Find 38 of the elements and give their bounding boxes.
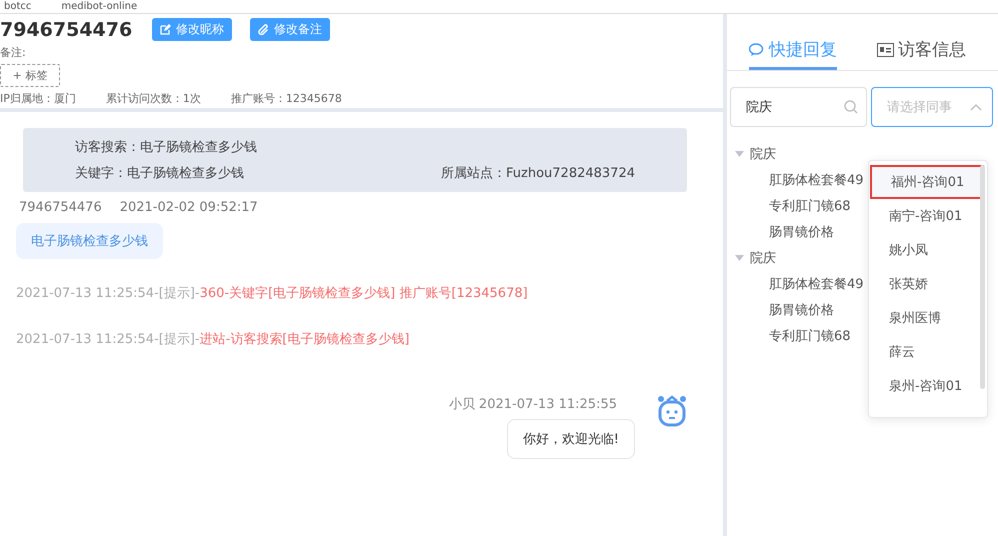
expand-triangle-icon <box>735 255 744 261</box>
search-icon <box>844 100 858 114</box>
chat-icon <box>749 42 765 56</box>
system-log: 2021-07-13 11:25:54-[提示]-进站-访客搜索[电子肠镜检查多少钱] <box>16 331 410 349</box>
colleague-option[interactable]: 泉州医博 <box>870 301 984 335</box>
robot-avatar-icon <box>657 395 687 427</box>
colleague-option[interactable]: 泉州-咨询01 <box>870 369 984 403</box>
id-card-icon <box>877 42 894 56</box>
panel-tab[interactable]: 访客信息 <box>877 38 966 70</box>
edit-icon <box>160 24 172 35</box>
colleague-option[interactable]: 姚小凤 <box>870 233 984 267</box>
browser-tab-title[interactable]: botcc <box>4 1 32 12</box>
system-log: 2021-07-13 11:25:54-[提示]-360-关键字[电子肠镜检查多少钱] 推广账号[12345678] <box>16 285 529 303</box>
sender-name: 7946754476 <box>19 200 102 215</box>
note-label: 备注: <box>0 45 27 60</box>
visitor-name: 7946754476 <box>0 18 132 40</box>
expand-triangle-icon <box>735 151 744 157</box>
scrollbar[interactable] <box>980 165 985 389</box>
add-tag-button[interactable]: + 标签 <box>0 64 60 87</box>
bot-message: 你好，欢迎光临! <box>506 419 635 459</box>
visitor-info: 累计访问次数：1次 <box>106 91 201 106</box>
tree-group[interactable]: 院庆 <box>735 141 998 167</box>
colleague-option[interactable]: 薛云 <box>870 335 984 369</box>
browser-tab-title[interactable]: medibot-online <box>61 1 138 12</box>
site-text: 所属站点：Fuzhou7282483724 <box>441 165 635 182</box>
keyword-text: 关键字：电子肠镜检查多少钱 <box>75 165 244 182</box>
visitor-info: 推广账号：12345678 <box>230 91 342 106</box>
visitor-message: 电子肠镜检查多少钱 <box>16 223 163 259</box>
visitor-search-text: 访客搜索：电子肠镜检查多少钱 <box>75 139 258 156</box>
visitor-info: IP归属地：厦门 <box>0 91 76 106</box>
colleague-option[interactable]: 福州-咨询01 <box>870 165 984 199</box>
caret-icon <box>970 103 982 111</box>
colleague-option[interactable]: 张英娇 <box>870 267 984 301</box>
paperclip-icon <box>258 24 270 35</box>
bot-meta: 小贝 2021-07-13 11:25:55 <box>448 396 617 413</box>
search-field[interactable]: 院庆 <box>730 87 867 127</box>
colleague-option[interactable]: 南宁-咨询01 <box>870 199 984 233</box>
message-time: 2021-02-02 09:52:17 <box>120 200 258 215</box>
